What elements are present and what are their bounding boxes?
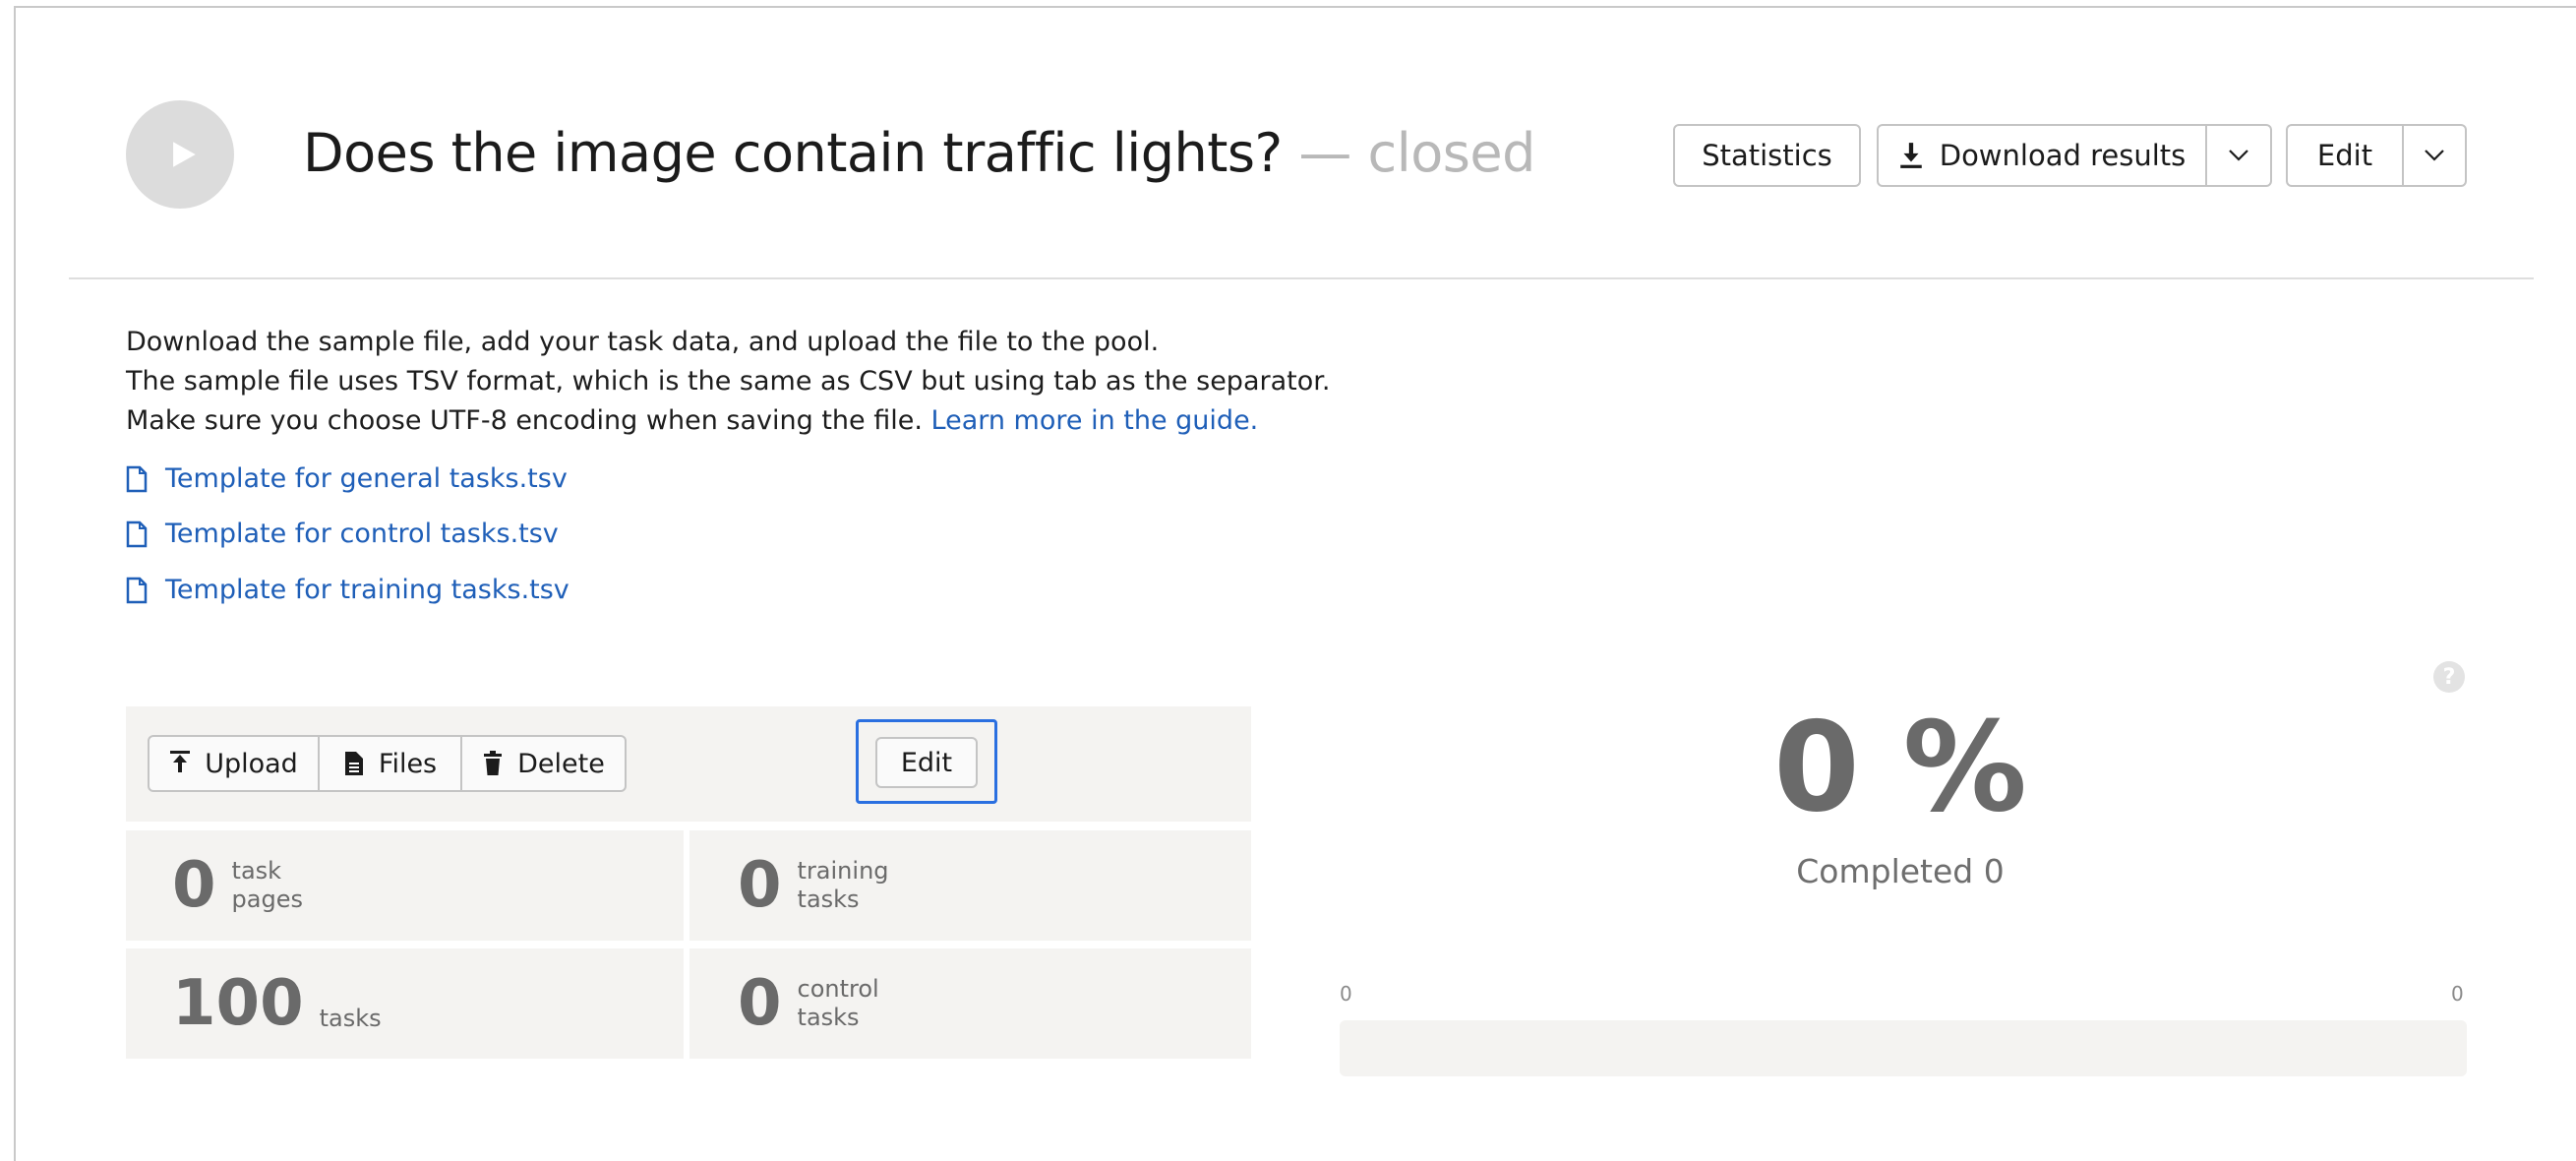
play-icon <box>173 142 196 167</box>
pool-title: Does the image contain traffic lights? <box>303 122 1283 184</box>
file-actions-group: Upload Files Delete <box>148 735 627 792</box>
stat-training-tasks: 0 training tasks <box>689 830 1251 941</box>
chevron-down-icon <box>2229 150 2248 161</box>
edit-pool-dropdown[interactable] <box>2404 124 2467 187</box>
edit-pool-button[interactable]: Edit <box>2286 124 2404 187</box>
stat-training-tasks-label: training tasks <box>798 857 889 914</box>
download-results-button[interactable]: Download results <box>1877 124 2207 187</box>
stat-task-pages-value: 0 <box>172 849 216 922</box>
instruction-line-3: Make sure you choose UTF-8 encoding when… <box>126 401 1330 441</box>
stat-control-tasks-value: 0 <box>738 967 782 1040</box>
template-training-link[interactable]: Template for training tasks.tsv <box>126 575 569 605</box>
download-results-split-button: Download results <box>1877 124 2272 187</box>
edit-split-button: Edit <box>2286 124 2467 187</box>
stat-training-tasks-value: 0 <box>738 849 782 922</box>
pool-status: — closed <box>1282 122 1535 184</box>
guide-link[interactable]: Learn more in the guide. <box>931 405 1259 436</box>
edit-tasks-button[interactable]: Edit <box>875 737 978 788</box>
files-label: Files <box>378 748 438 779</box>
file-icon <box>126 465 148 492</box>
files-icon <box>344 752 363 775</box>
template-general-label: Template for general tasks.tsv <box>165 463 568 494</box>
tasks-toolbar: Upload Files Delete Edit <box>126 706 1251 822</box>
instruction-line-1: Download the sample file, add your task … <box>126 327 1160 357</box>
stat-tasks: 100 tasks <box>126 948 684 1059</box>
stat-label-top: training <box>797 857 889 885</box>
stat-control-tasks-label: control tasks <box>798 975 879 1032</box>
stat-label-top: control <box>797 975 879 1003</box>
progress-min-label: 0 <box>1340 982 1352 1006</box>
chevron-down-icon <box>2425 150 2444 161</box>
download-icon <box>1899 143 1922 168</box>
stat-label-bottom: pages <box>231 886 303 913</box>
edit-pool-label: Edit <box>2316 139 2373 172</box>
stat-control-tasks: 0 control tasks <box>689 948 1251 1059</box>
download-results-dropdown[interactable] <box>2207 124 2272 187</box>
stat-label-top: task <box>231 857 282 885</box>
file-icon <box>126 577 148 603</box>
completion-percent: 0 % <box>1773 695 2027 839</box>
completed-count: Completed 0 <box>1796 852 2005 890</box>
stat-tasks-value: 100 <box>172 967 304 1040</box>
statistics-button[interactable]: Statistics <box>1673 124 1861 187</box>
upload-button[interactable]: Upload <box>148 735 320 792</box>
upload-icon <box>170 751 191 772</box>
stat-tasks-label: tasks <box>319 1005 382 1032</box>
template-general-link[interactable]: Template for general tasks.tsv <box>126 463 568 494</box>
delete-label: Delete <box>517 748 605 779</box>
progress-max-label: 0 <box>2451 982 2464 1006</box>
instruction-line-2: The sample file uses TSV format, which i… <box>126 366 1331 397</box>
trash-icon <box>484 751 503 775</box>
stat-label-bottom: tasks <box>797 886 860 913</box>
download-results-label: Download results <box>1939 139 2187 172</box>
stat-label-bottom: tasks <box>797 1004 860 1031</box>
template-training-label: Template for training tasks.tsv <box>165 575 569 605</box>
edit-tasks-focus-ring: Edit <box>856 719 997 804</box>
template-control-label: Template for control tasks.tsv <box>165 519 559 549</box>
template-control-link[interactable]: Template for control tasks.tsv <box>126 519 559 549</box>
play-button[interactable] <box>126 100 234 209</box>
delete-button[interactable]: Delete <box>462 735 627 792</box>
upload-label: Upload <box>205 748 298 779</box>
upload-instructions: Download the sample file, add your task … <box>126 323 1330 441</box>
page-title: Does the image contain traffic lights? —… <box>303 118 1535 189</box>
header-divider <box>69 277 2534 279</box>
file-icon <box>126 520 148 547</box>
files-button[interactable]: Files <box>320 735 462 792</box>
help-icon[interactable]: ? <box>2433 661 2465 693</box>
instruction-line-3-text: Make sure you choose UTF-8 encoding when… <box>126 405 923 436</box>
stat-task-pages: 0 task pages <box>126 830 684 941</box>
stat-task-pages-label: task pages <box>232 857 303 914</box>
progress-track <box>1340 1020 2467 1076</box>
